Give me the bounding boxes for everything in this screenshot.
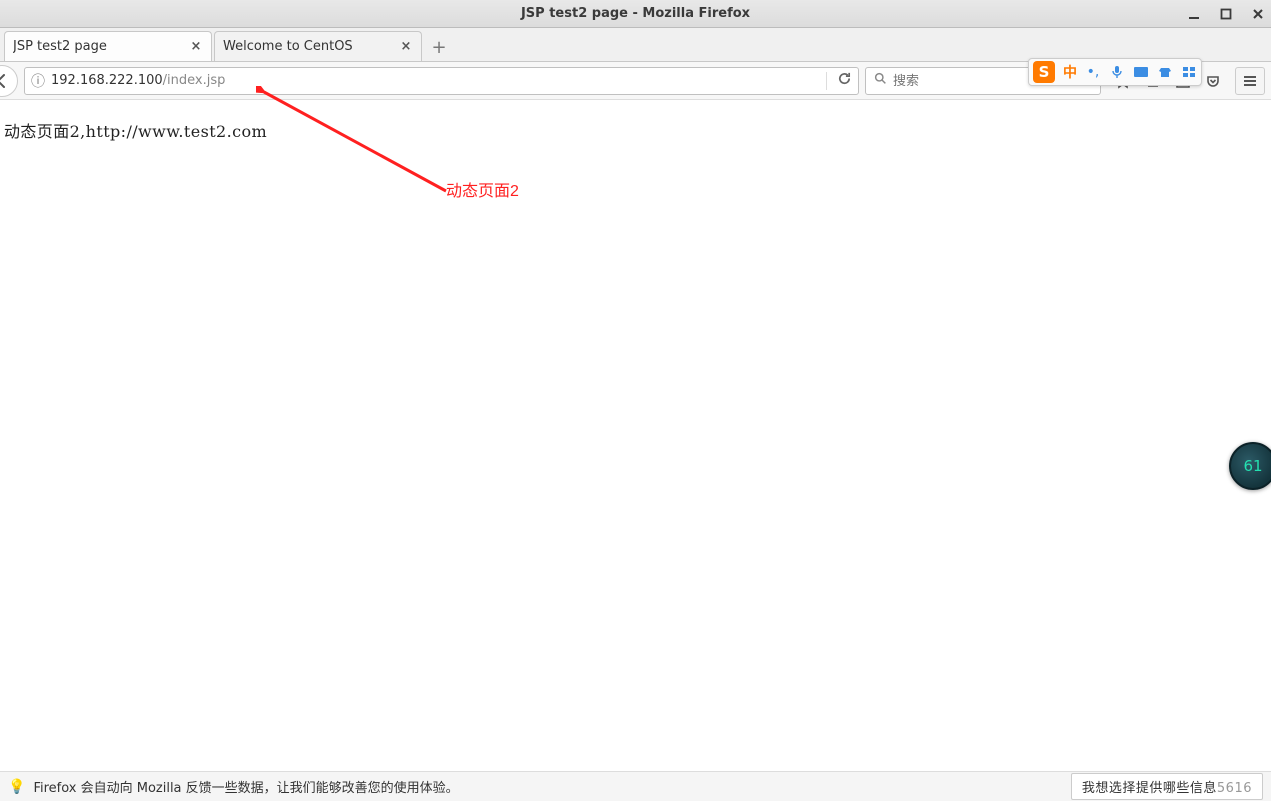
ime-lang-button[interactable]: 中 <box>1063 62 1077 82</box>
pocket-icon[interactable] <box>1203 71 1223 91</box>
lightbulb-icon: 💡 <box>8 779 25 795</box>
gauge-value: 61 <box>1243 457 1262 475</box>
close-icon[interactable]: × <box>399 40 413 54</box>
tab-jsp-test2[interactable]: JSP test2 page × <box>4 31 212 61</box>
status-left: 💡 Firefox 会自动向 Mozilla 反馈一些数据，让我们能够改善您的使… <box>8 777 459 796</box>
ime-toolbox-icon[interactable] <box>1181 66 1197 78</box>
system-gauge-widget[interactable]: 61 <box>1229 442 1271 490</box>
new-tab-button[interactable]: + <box>424 33 454 61</box>
ime-skin-icon[interactable] <box>1157 66 1173 78</box>
page-content: 动态页面2,http://www.test2.com 动态页面2 <box>0 100 1271 771</box>
close-button[interactable] <box>1251 7 1265 21</box>
close-icon[interactable]: × <box>189 40 203 54</box>
status-link-text: 我想选择提供哪些信息 <box>1082 781 1217 796</box>
search-icon <box>874 72 887 89</box>
status-message: Firefox 会自动向 Mozilla 反馈一些数据，让我们能够改善您的使用体… <box>33 777 458 796</box>
ime-keyboard-icon[interactable] <box>1133 66 1149 78</box>
status-bar: 💡 Firefox 会自动向 Mozilla 反馈一些数据，让我们能够改善您的使… <box>0 771 1271 801</box>
ime-toolbar[interactable]: S 中 •, <box>1028 58 1202 86</box>
window-titlebar: JSP test2 page - Mozilla Firefox <box>0 0 1271 28</box>
ime-voice-icon[interactable] <box>1109 65 1125 79</box>
window-controls <box>1187 0 1265 28</box>
ime-punct-icon[interactable]: •, <box>1085 64 1101 80</box>
hamburger-menu-button[interactable] <box>1235 67 1265 95</box>
back-button[interactable] <box>0 65 18 97</box>
status-watermark: 5616 <box>1217 781 1252 796</box>
status-right-button[interactable]: 我想选择提供哪些信息5616 <box>1071 773 1263 800</box>
tab-centos[interactable]: Welcome to CentOS × <box>214 31 422 61</box>
url-path: /index.jsp <box>163 73 226 88</box>
divider <box>826 72 827 90</box>
maximize-button[interactable] <box>1219 7 1233 21</box>
minimize-button[interactable] <box>1187 7 1201 21</box>
ime-logo-icon[interactable]: S <box>1033 61 1055 83</box>
window-title: JSP test2 page - Mozilla Firefox <box>521 6 750 21</box>
tab-strip: JSP test2 page × Welcome to CentOS × + <box>0 28 1271 62</box>
annotation-arrow <box>256 86 456 216</box>
tab-label: JSP test2 page <box>13 39 181 54</box>
annotation-label: 动态页面2 <box>446 177 519 201</box>
reload-icon[interactable] <box>837 71 852 90</box>
url-host: 192.168.222.100 <box>51 73 163 88</box>
info-icon[interactable]: ⓘ <box>31 71 45 91</box>
page-body-text: 动态页面2,http://www.test2.com <box>4 118 1267 142</box>
tab-label: Welcome to CentOS <box>223 39 391 54</box>
